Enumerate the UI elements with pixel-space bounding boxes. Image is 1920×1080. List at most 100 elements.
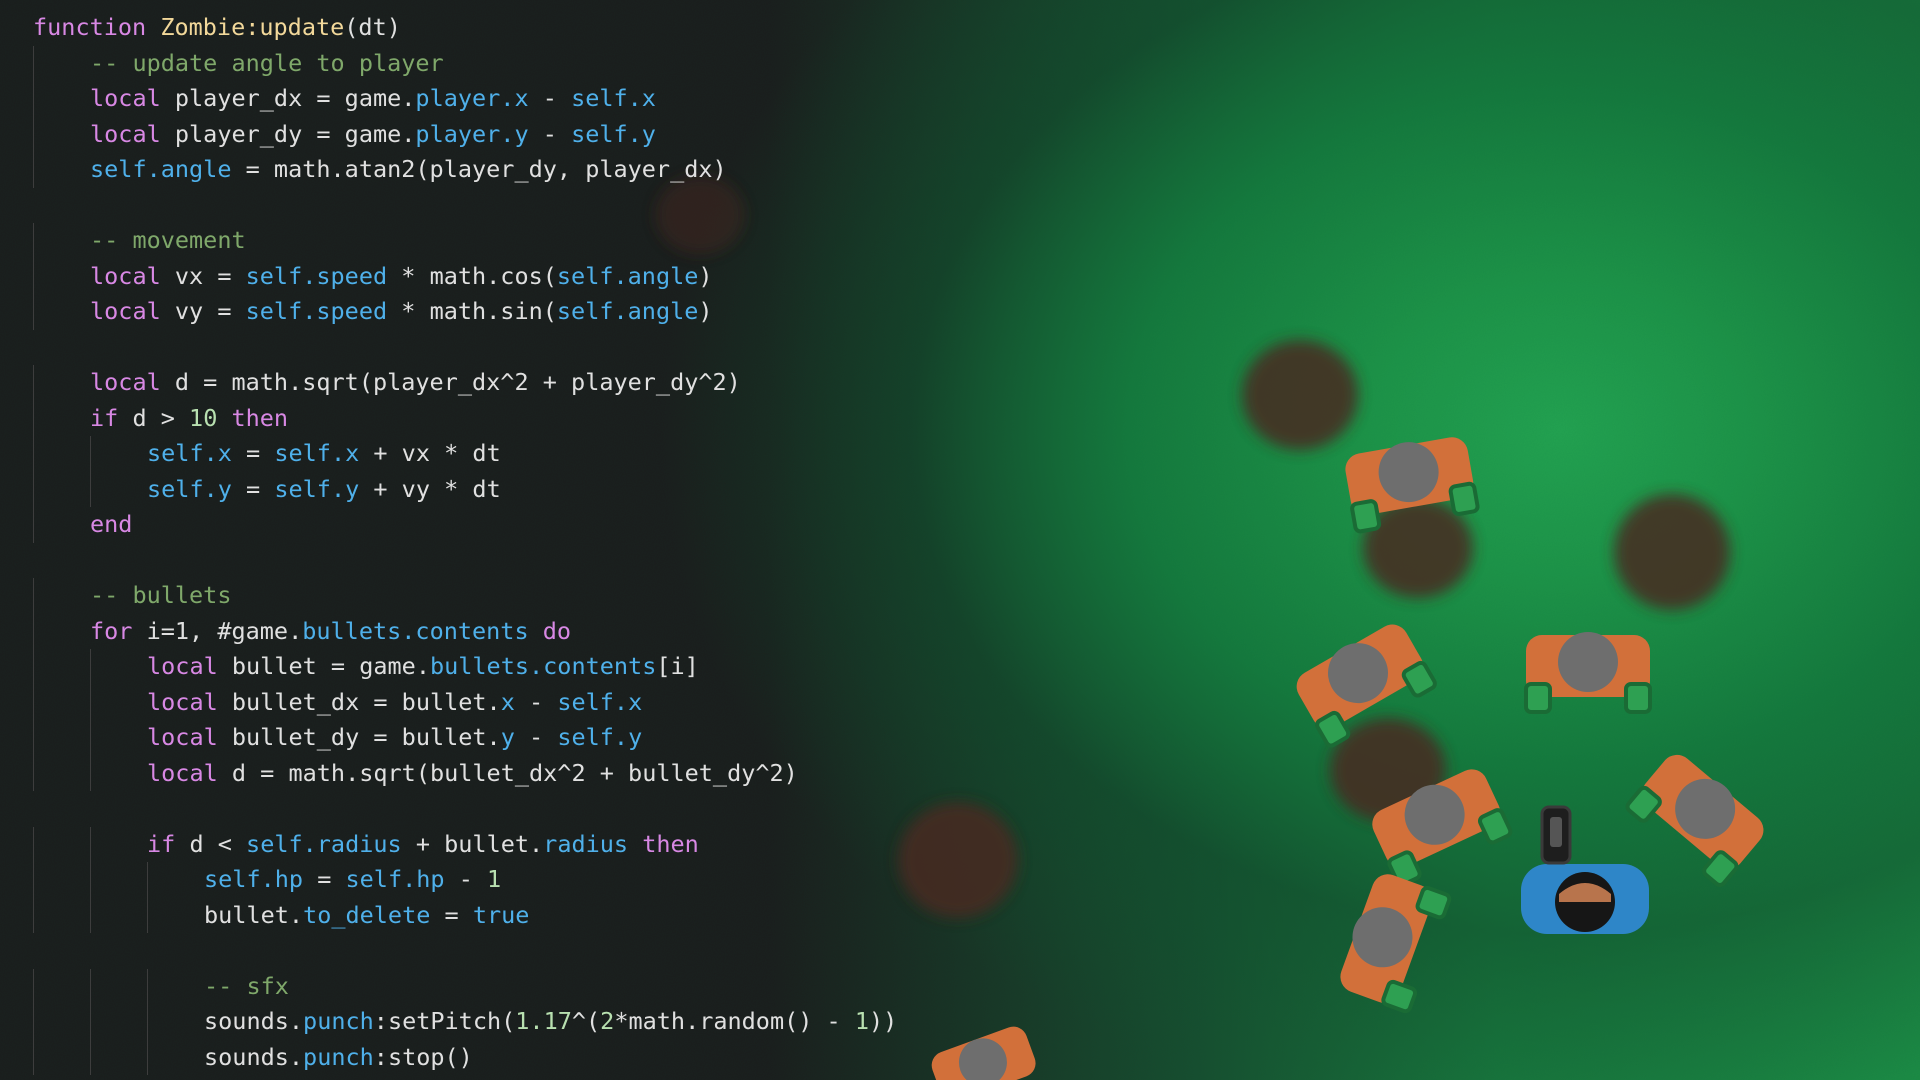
indent-guide: [33, 649, 34, 685]
code-token: .speed: [302, 297, 388, 325]
code-token: punch: [303, 1042, 374, 1071]
code-token: d <: [189, 829, 247, 858]
code-token: bullet = game.: [231, 652, 430, 680]
code-line-content: self.angle = math.atan2(player_dy, playe…: [90, 152, 727, 188]
code-token: do: [528, 616, 572, 645]
code-token: vx =: [174, 261, 246, 290]
indent-guide: [90, 471, 91, 507]
code-token: self: [345, 865, 403, 893]
code-token: [i]: [656, 652, 699, 680]
code-token: to_delete: [303, 900, 431, 929]
code-token: :setPitch(: [373, 1007, 516, 1035]
code-token: x: [500, 687, 515, 716]
code-line-content: local bullet_dy = bullet.y - self.y: [147, 720, 642, 756]
code-line-content: if d > 10 then: [90, 401, 288, 437]
code-token: -- bullets: [90, 581, 232, 609]
indent-guide: [33, 507, 34, 543]
code-line-content: -- sfx: [204, 969, 289, 1005]
code-token: 2: [600, 1007, 615, 1035]
code-token: bullet_dx = bullet.: [231, 687, 501, 716]
indent-guide: [33, 720, 34, 756]
code-token: =: [231, 439, 275, 467]
code-token: .x: [613, 687, 643, 716]
code-token: vy =: [174, 297, 246, 325]
blood-splat-icon: [1242, 340, 1358, 450]
code-token: -- update angle to player: [90, 48, 444, 77]
code-token: d >: [132, 403, 190, 432]
code-token: local: [90, 297, 175, 325]
code-token: self: [557, 687, 614, 716]
code-token: * math.cos(: [387, 261, 557, 290]
code-token: self: [147, 439, 204, 467]
code-token: bullets.contents: [302, 616, 529, 645]
code-token: 1: [487, 865, 502, 893]
code-line-content: -- movement: [90, 223, 246, 259]
code-token: -: [444, 865, 487, 893]
indent-guide: [33, 436, 34, 472]
code-token: self: [147, 474, 204, 503]
code-token: if: [90, 403, 133, 432]
code-token: bullets.contents: [429, 652, 657, 680]
code-token: d = math.sqrt(player_dx^2 + player_dy^2): [174, 368, 741, 396]
code-line-content: local vx = self.speed * math.cos(self.an…: [90, 259, 713, 295]
code-token: self: [571, 84, 628, 112]
code-token: .speed: [302, 261, 388, 290]
code-token: = math.atan2(player_dy, player_dx): [231, 155, 727, 183]
indent-guide: [33, 578, 34, 614]
code-token: local: [90, 84, 175, 112]
code-token: if: [147, 829, 190, 858]
code-token: .y: [627, 119, 656, 148]
code-line-content: local vy = self.speed * math.sin(self.an…: [90, 294, 713, 330]
code-token: .y: [330, 474, 360, 503]
code-token: player.x: [415, 84, 529, 112]
code-token: .y: [203, 474, 232, 503]
indent-guide: [33, 294, 34, 330]
code-line-content: self.y = self.y + vy * dt: [147, 472, 501, 508]
code-token: local: [90, 119, 175, 148]
code-token: sounds.: [204, 1007, 304, 1035]
code-token: local: [90, 261, 175, 290]
code-token: self: [556, 297, 614, 325]
code-token: (dt): [344, 13, 401, 41]
code-token: local: [147, 758, 232, 787]
code-line-content: local player_dx = game.player.x - self.x: [90, 81, 656, 117]
code-token: ): [698, 261, 713, 290]
indent-guide: [33, 471, 34, 507]
indent-guide: [90, 649, 91, 685]
indent-guide: [33, 1004, 34, 1040]
code-token: )): [869, 1007, 898, 1035]
code-token: then: [628, 829, 699, 858]
code-line-content: -- update angle to player: [90, 46, 444, 82]
code-line-content: local bullet_dx = bullet.x - self.x: [147, 685, 642, 721]
indent-guide: [90, 1004, 91, 1040]
code-token: self: [245, 297, 303, 325]
code-token: self: [556, 261, 614, 290]
code-token: -- movement: [90, 226, 246, 254]
indent-guide: [90, 897, 91, 933]
code-token: .x: [203, 439, 232, 467]
code-token: .angle: [613, 297, 699, 325]
indent-guide: [147, 897, 148, 933]
code-token: punch: [303, 1007, 374, 1035]
code-token: self: [245, 261, 303, 290]
code-token: bullet_dy = bullet.: [231, 723, 501, 751]
code-line-content: for i=1, #game.bullets.contents do: [90, 614, 571, 650]
code-token: -: [514, 723, 558, 751]
indent-guide: [33, 1039, 34, 1075]
indent-guide: [33, 897, 34, 933]
indent-guide: [147, 862, 148, 898]
code-token: for: [90, 616, 147, 645]
code-token: function: [33, 13, 161, 41]
code-token: *math.random() -: [614, 1007, 855, 1035]
code-token: local: [90, 368, 175, 396]
code-line-content: if d < self.radius + bullet.radius then: [147, 827, 699, 863]
code-token: 1: [854, 1007, 870, 1035]
code-token: self: [246, 829, 303, 858]
blood-splat-icon: [1614, 494, 1730, 610]
code-token: self: [90, 155, 147, 183]
code-token: local: [147, 652, 232, 680]
code-token: =: [303, 865, 346, 893]
code-token: + vy * dt: [359, 474, 501, 503]
indent-guide: [33, 826, 34, 862]
indent-guide: [147, 1039, 148, 1075]
